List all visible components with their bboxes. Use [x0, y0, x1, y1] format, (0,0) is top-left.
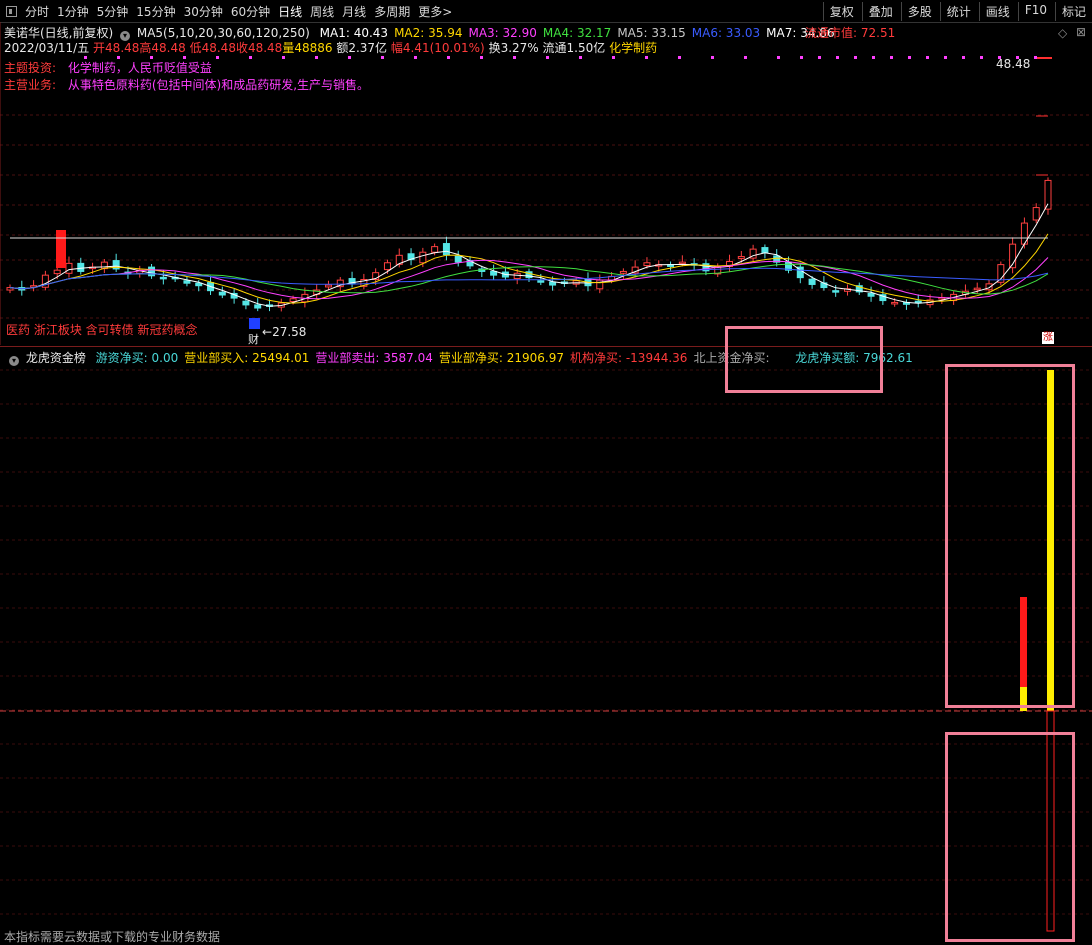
candle-body	[643, 262, 651, 267]
candle-body	[254, 304, 262, 309]
candle-body	[65, 262, 73, 274]
marker-dot	[836, 56, 839, 59]
highlight-box-bars-upper	[945, 364, 1075, 708]
candle-body	[419, 251, 427, 264]
marker-dot	[183, 56, 186, 59]
ma-line	[9, 233, 1049, 304]
marker-dot	[612, 56, 615, 59]
marker-dot	[890, 56, 893, 59]
candle-body	[867, 292, 875, 297]
marker-dot	[818, 56, 821, 59]
marker-dot	[150, 56, 153, 59]
candle-body	[737, 256, 745, 259]
candle-body	[195, 282, 203, 287]
marker-dot	[744, 56, 747, 59]
highlight-box-net-buy	[725, 326, 883, 393]
finance-marker[interactable]: 财	[248, 331, 259, 347]
candle-body	[761, 247, 769, 254]
marker-dot	[315, 56, 318, 59]
highlight-box-bars-lower	[945, 732, 1075, 942]
candle-body	[242, 300, 250, 306]
candle-body	[431, 246, 439, 253]
candle-body	[183, 280, 191, 284]
marker-dot	[777, 56, 780, 59]
marker-dot	[926, 56, 929, 59]
marker-dot	[678, 56, 681, 59]
candle-body	[383, 262, 391, 271]
price-top-label: 48.48	[996, 57, 1031, 71]
candle-body	[454, 255, 462, 263]
candle-body	[289, 298, 297, 303]
marker-dot	[908, 56, 911, 59]
big-red-candle	[56, 230, 66, 268]
candle-body	[596, 279, 604, 290]
kline-chart[interactable]	[0, 0, 1092, 345]
marker-dot	[546, 56, 549, 59]
footer-note: 本指标需要云数据或下载的专业财务数据	[4, 930, 221, 944]
candle-body	[442, 243, 450, 256]
candle-body	[619, 270, 627, 274]
marker-dot	[381, 56, 384, 59]
candle-body	[832, 290, 840, 293]
candle-body	[77, 262, 85, 272]
panel-divider	[0, 346, 1092, 347]
finance-marker-square[interactable]	[249, 318, 260, 329]
marker-dot	[1034, 56, 1037, 59]
candle-body	[159, 276, 167, 280]
candle-body	[1032, 207, 1040, 221]
marker-dot	[117, 56, 120, 59]
candle-body	[148, 266, 156, 277]
ma-line	[9, 203, 1049, 307]
candle-body	[549, 281, 557, 286]
marker-dot	[711, 56, 714, 59]
marker-dot	[980, 56, 983, 59]
limit-up-marker[interactable]: 涨	[1042, 332, 1054, 344]
candle-body	[537, 280, 545, 283]
candle-body	[891, 301, 899, 305]
candle-body	[808, 278, 816, 285]
marker-dot	[480, 56, 483, 59]
low-price-label: ←27.58	[262, 325, 307, 339]
marker-dot	[216, 56, 219, 59]
candle-body	[678, 261, 686, 265]
candle-body	[513, 272, 521, 280]
marker-dot	[249, 56, 252, 59]
marker-dot	[414, 56, 417, 59]
marker-dot	[513, 56, 516, 59]
marker-dot	[854, 56, 857, 59]
marker-dot	[84, 56, 87, 59]
marker-dot	[348, 56, 351, 59]
candle-body	[218, 291, 226, 296]
candle-body	[490, 270, 498, 276]
indicator-chart[interactable]	[0, 360, 1092, 944]
marker-dot	[447, 56, 450, 59]
marker-dot	[579, 56, 582, 59]
candle-body	[973, 287, 981, 291]
marker-dot	[872, 56, 875, 59]
candle-body	[53, 269, 61, 275]
concept-tags: 医药 浙江板块 含可转债 新冠药概念	[6, 323, 198, 337]
marker-dot	[800, 56, 803, 59]
candle-body	[1044, 179, 1052, 210]
low-price-value: 27.58	[272, 325, 307, 339]
marker-dot	[645, 56, 648, 59]
marker-dot	[944, 56, 947, 59]
candle-body	[324, 284, 332, 288]
marker-dot	[282, 56, 285, 59]
marker-dot	[962, 56, 965, 59]
